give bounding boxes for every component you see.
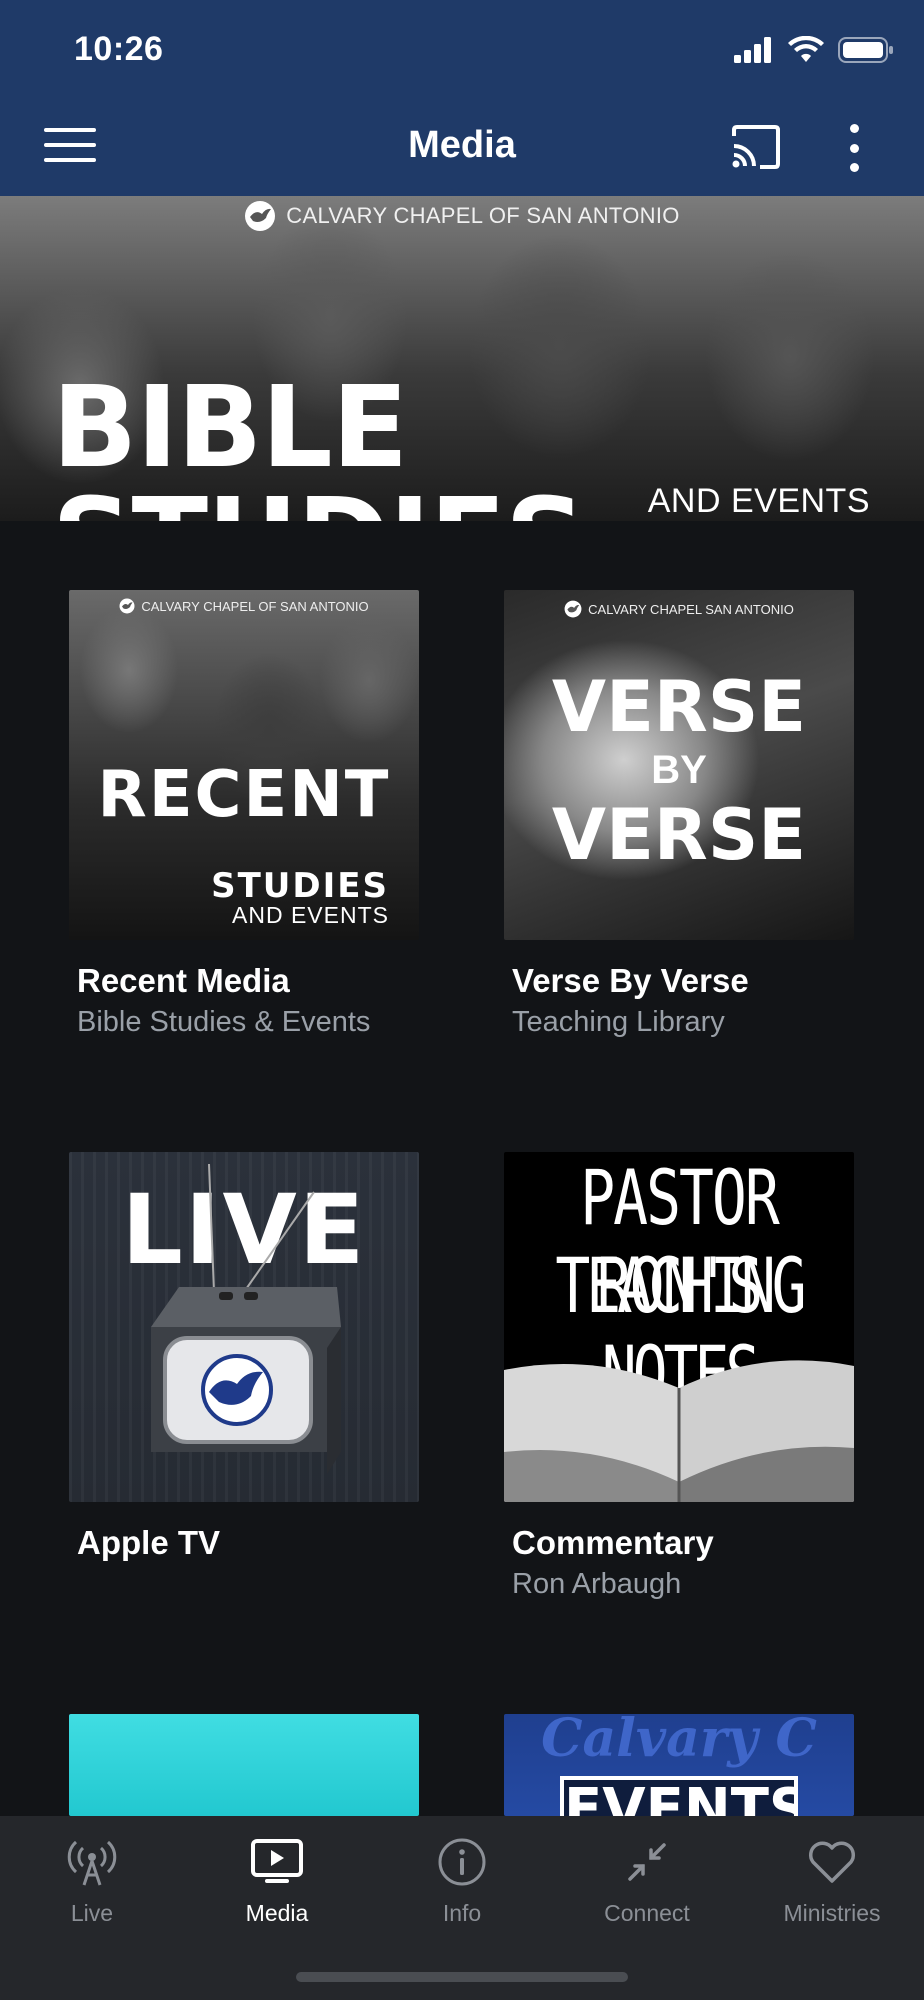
artwork-org: CALVARY CHAPEL OF SAN ANTONIO [69, 598, 419, 614]
tile-partial-left[interactable] [69, 1714, 419, 1816]
dove-logo-icon [564, 600, 582, 618]
tile-artwork [69, 1714, 419, 1816]
info-icon [438, 1838, 486, 1886]
battery-icon [838, 37, 893, 63]
more-dot [849, 163, 859, 172]
heart-icon [808, 1841, 856, 1883]
tile-artwork: PASTOR RON'S TEACHING NOTES [504, 1152, 854, 1502]
tile-apple-tv[interactable]: LIVE Apple TV [69, 1152, 419, 1562]
hero-org: CALVARY CHAPEL OF SAN ANTONIO [0, 200, 924, 232]
tile-verse-by-verse[interactable]: CALVARY CHAPEL SAN ANTONIO VERSE BY VERS… [504, 590, 854, 1039]
artwork-headline-2: VERSE [551, 794, 807, 876]
tab-label: Live [70, 1900, 114, 1926]
tile-partial-right[interactable]: Calvary C EVENTS [504, 1714, 854, 1816]
open-bible-illustration-icon [504, 1360, 854, 1502]
tile-recent-media[interactable]: CALVARY CHAPEL OF SAN ANTONIO RECENT STU… [69, 590, 419, 1039]
tile-artwork: Calvary C EVENTS [504, 1714, 854, 1816]
tile-artwork: LIVE [69, 1152, 419, 1502]
tile-title: Recent Media [77, 962, 290, 999]
dove-logo-icon [245, 201, 276, 231]
tile-artwork: CALVARY CHAPEL OF SAN ANTONIO RECENT STU… [69, 590, 419, 940]
status-icons [734, 36, 894, 64]
dove-logo-icon [119, 598, 135, 614]
tab-info[interactable]: Info [370, 1834, 554, 1927]
hero-subtitle: AND EVENTS [647, 482, 870, 520]
hero-banner[interactable]: CALVARY CHAPEL OF SAN ANTONIO BIBLE STUD… [0, 196, 924, 521]
tile-subtitle: Bible Studies & Events [77, 1006, 371, 1038]
tile-title: Apple TV [77, 1524, 221, 1561]
tile-subtitle: Ron Arbaugh [512, 1568, 682, 1600]
more-dot [849, 124, 859, 133]
wifi-icon [788, 36, 824, 62]
top-app-bar: 10:26 Media [0, 0, 924, 196]
artwork-subline-small: AND EVENTS [232, 902, 389, 928]
connect-icon [628, 1843, 666, 1881]
artwork-headline: VERSE [551, 666, 807, 748]
artwork-org-text: CALVARY CHAPEL SAN ANTONIO [588, 601, 794, 617]
tab-label: Ministries [783, 1900, 881, 1926]
more-options-button[interactable] [844, 124, 864, 172]
tab-media[interactable]: Media [185, 1834, 369, 1927]
artwork-org: CALVARY CHAPEL SAN ANTONIO [504, 600, 854, 618]
tab-label: Info [442, 1900, 482, 1926]
tile-subtitle: Teaching Library [512, 1006, 725, 1038]
tile-commentary[interactable]: PASTOR RON'S TEACHING NOTES Commentary R… [504, 1152, 854, 1601]
tab-label: Media [245, 1900, 309, 1926]
tv-play-icon [251, 1839, 303, 1883]
home-indicator [296, 1972, 628, 1982]
tile-title: Commentary [512, 1524, 714, 1561]
cast-icon [732, 125, 780, 169]
page-title: Media [408, 124, 516, 166]
hero-org-text: CALVARY CHAPEL OF SAN ANTONIO [286, 203, 680, 228]
artwork-connector: BY [651, 748, 707, 792]
tile-artwork: CALVARY CHAPEL SAN ANTONIO VERSE BY VERS… [504, 590, 854, 940]
artwork-subline: STUDIES [211, 866, 389, 906]
artwork-headline: EVENTS [560, 1776, 798, 1816]
tab-live[interactable]: Live [0, 1834, 184, 1927]
tab-connect[interactable]: Connect [555, 1834, 739, 1927]
tab-label: Connect [604, 1900, 690, 1926]
tab-ministries[interactable]: Ministries [740, 1834, 924, 1927]
status-time: 10:26 [74, 30, 164, 68]
artwork-headline: RECENT [97, 758, 391, 832]
artwork-org-text: CALVARY CHAPEL OF SAN ANTONIO [141, 598, 369, 614]
signal-icon [734, 37, 771, 63]
tile-title: Verse By Verse [512, 962, 749, 999]
artwork-script: Calvary C [541, 1714, 817, 1769]
antenna-icon [67, 1840, 117, 1886]
cast-button[interactable] [730, 124, 782, 170]
tv-illustration-icon [151, 1163, 341, 1474]
more-dot [849, 143, 859, 153]
